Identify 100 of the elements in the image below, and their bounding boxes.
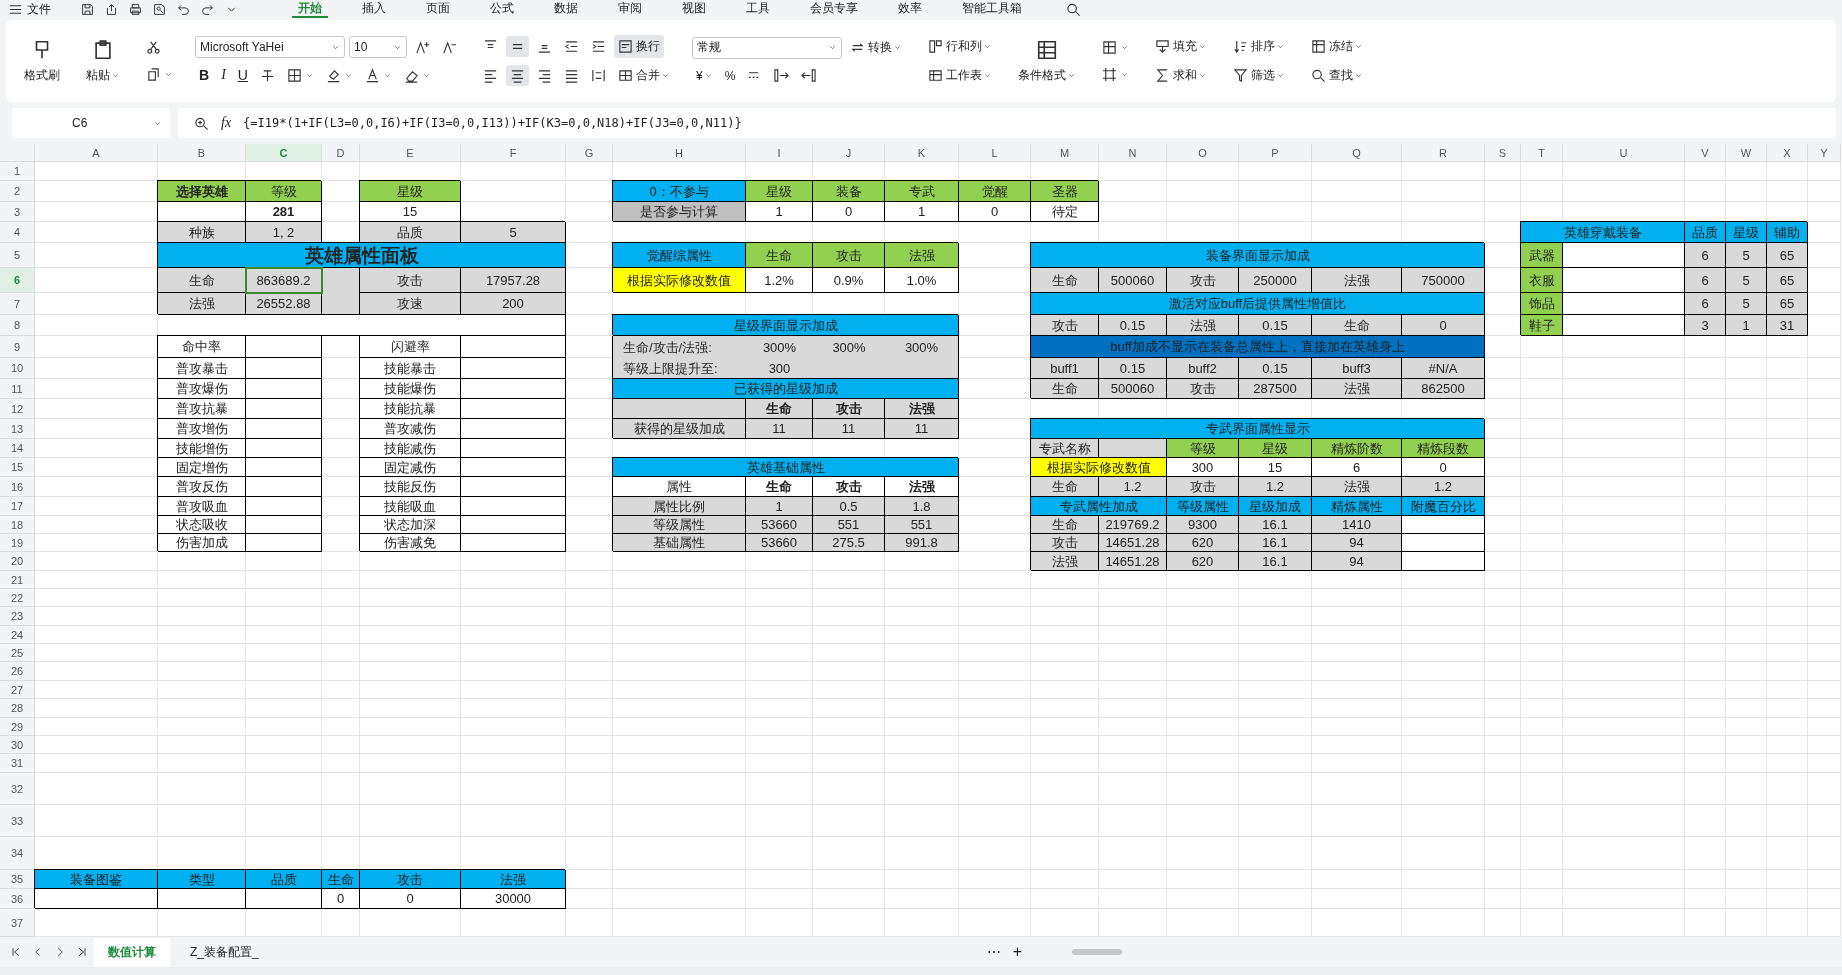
column-header[interactable]: L <box>959 144 1031 162</box>
row-header[interactable]: 20 <box>0 552 35 571</box>
row-header[interactable]: 8 <box>0 315 35 336</box>
column-header[interactable]: Y <box>1808 144 1841 162</box>
ribbon-button[interactable]: 行和列 <box>924 35 996 58</box>
row-header[interactable]: 3 <box>0 202 35 222</box>
ribbon-button[interactable]: 查找 <box>1307 64 1367 87</box>
column-header[interactable]: B <box>158 144 246 162</box>
row-header[interactable]: 15 <box>0 458 35 477</box>
ribbon-button[interactable]: I <box>217 64 230 86</box>
row-header[interactable]: 6 <box>0 268 35 293</box>
ribbon-button[interactable] <box>506 65 529 86</box>
row-header[interactable]: 10 <box>0 358 35 379</box>
row-header[interactable]: 37 <box>0 909 35 937</box>
sheet-tab[interactable]: 数值计算 <box>94 937 170 967</box>
row-header[interactable]: 22 <box>0 589 35 607</box>
row-header[interactable]: 17 <box>0 497 35 516</box>
preview-icon[interactable] <box>153 2 166 16</box>
column-header[interactable]: X <box>1767 144 1808 162</box>
ribbon-tab[interactable]: 数据 <box>548 0 584 18</box>
row-header[interactable]: 27 <box>0 681 35 699</box>
column-header[interactable]: U <box>1563 144 1685 162</box>
dropdown-field[interactable]: Microsoft YaHei <box>195 36 345 58</box>
column-header[interactable]: T <box>1521 144 1563 162</box>
ribbon-tab[interactable]: 公式 <box>484 0 520 18</box>
column-header[interactable]: D <box>322 144 360 162</box>
row-header[interactable]: 33 <box>0 805 35 837</box>
column-header[interactable]: N <box>1099 144 1167 162</box>
column-header[interactable]: I <box>746 144 813 162</box>
ribbon-button[interactable]: 合并 <box>614 64 674 87</box>
undo-icon[interactable] <box>177 2 190 16</box>
column-header[interactable]: M <box>1031 144 1099 162</box>
ribbon-button[interactable]: 条件格式 <box>1014 35 1080 87</box>
column-header[interactable]: R <box>1402 144 1485 162</box>
row-header[interactable]: 25 <box>0 644 35 662</box>
row-header[interactable]: 32 <box>0 773 35 805</box>
row-header[interactable]: 9 <box>0 336 35 358</box>
ribbon-tab[interactable]: 会员专享 <box>804 0 864 18</box>
row-header[interactable]: 12 <box>0 399 35 419</box>
name-box[interactable]: C6 <box>12 108 170 138</box>
row-header[interactable]: 36 <box>0 889 35 909</box>
row-header[interactable]: 5 <box>0 243 35 268</box>
row-header[interactable]: 28 <box>0 699 35 718</box>
redo-icon[interactable] <box>201 2 214 16</box>
ribbon-tab[interactable]: 智能工具箱 <box>956 0 1028 18</box>
ribbon-button[interactable]: 格式刷 <box>20 35 64 87</box>
column-header[interactable]: K <box>885 144 959 162</box>
dropdown-field[interactable]: 常规 <box>692 36 842 59</box>
sheet-tab[interactable]: Z_装备配置_ <box>176 937 273 967</box>
row-header[interactable]: 1 <box>0 162 35 181</box>
column-header[interactable]: A <box>35 144 158 162</box>
row-header[interactable]: 30 <box>0 736 35 754</box>
add-sheet-button[interactable]: + <box>1012 943 1022 961</box>
zoom-in-icon[interactable] <box>194 115 209 131</box>
save-icon[interactable] <box>81 2 94 16</box>
ribbon-button[interactable]: 排序 <box>1229 35 1289 58</box>
function-label[interactable]: fx <box>221 115 232 131</box>
row-header[interactable]: 26 <box>0 662 35 681</box>
row-header[interactable]: 13 <box>0 419 35 439</box>
ribbon-button[interactable]: 冻结 <box>1307 35 1367 58</box>
row-header[interactable]: 4 <box>0 222 35 243</box>
ribbon-tab[interactable]: 视图 <box>676 0 712 18</box>
ribbon-button[interactable]: ¥ <box>692 65 717 86</box>
file-menu[interactable]: 文件 <box>8 0 51 18</box>
dropdown-field[interactable]: 10 <box>349 36 407 58</box>
row-header[interactable]: 11 <box>0 379 35 399</box>
column-header[interactable]: V <box>1685 144 1726 162</box>
ribbon-tab[interactable]: 页面 <box>420 0 456 18</box>
row-header[interactable]: 35 <box>0 870 35 889</box>
search-icon[interactable] <box>1066 1 1081 17</box>
ribbon-button[interactable]: % <box>720 65 740 86</box>
print-icon[interactable] <box>129 2 142 16</box>
column-header[interactable]: O <box>1167 144 1239 162</box>
last-sheet-icon[interactable] <box>76 946 88 958</box>
first-sheet-icon[interactable] <box>10 946 22 958</box>
more-tabs-button[interactable]: ⋯ <box>986 944 1001 960</box>
ribbon-button[interactable] <box>506 36 529 57</box>
column-header[interactable]: C <box>246 144 322 162</box>
column-header[interactable]: E <box>360 144 461 162</box>
column-header[interactable]: W <box>1726 144 1767 162</box>
row-header[interactable]: 34 <box>0 837 35 870</box>
ribbon-tab[interactable]: 开始 <box>292 0 328 18</box>
ribbon-button[interactable]: 填充 <box>1151 35 1211 58</box>
row-header[interactable]: 14 <box>0 439 35 458</box>
column-header[interactable]: F <box>461 144 566 162</box>
ribbon-button[interactable]: U <box>233 64 252 86</box>
row-header[interactable]: 2 <box>0 181 35 202</box>
ribbon-button[interactable]: 求和 <box>1151 64 1211 87</box>
ribbon-button[interactable]: 换行 <box>614 35 664 58</box>
ribbon-tab[interactable]: 效率 <box>892 0 928 18</box>
row-header[interactable]: 18 <box>0 516 35 534</box>
row-header[interactable]: 7 <box>0 293 35 315</box>
ribbon-tab[interactable]: 审阅 <box>612 0 648 18</box>
column-header[interactable]: Q <box>1312 144 1402 162</box>
ribbon-button[interactable]: 工作表 <box>924 64 996 87</box>
ribbon-button[interactable]: B <box>195 64 214 86</box>
ribbon-button[interactable]: 粘贴 <box>82 35 124 87</box>
formula-field[interactable]: fx {=I19*(1+IF(L3=0,0,I6)+IF(I3=0,0,I13))+IF(K3=0,0,N18)+IF(J3=0,0,N11)} <box>178 108 1836 138</box>
export-icon[interactable] <box>105 2 118 16</box>
ribbon-button[interactable]: 转换 <box>846 36 906 59</box>
